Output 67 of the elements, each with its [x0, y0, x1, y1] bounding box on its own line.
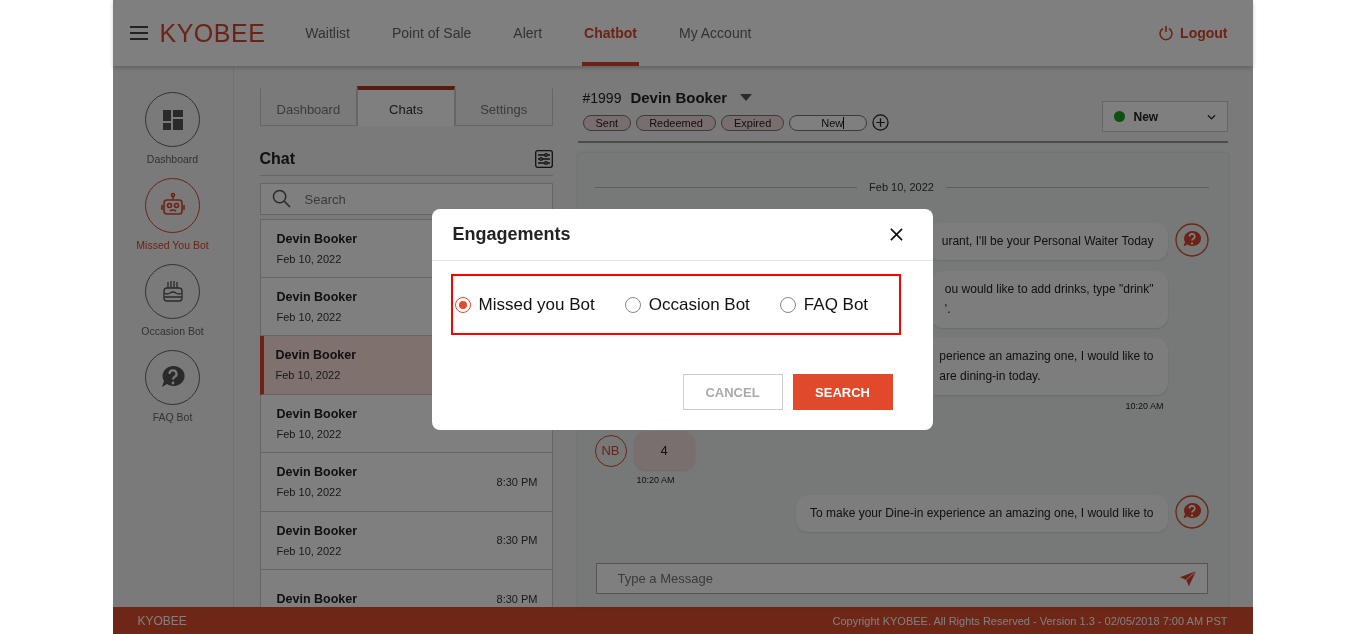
conversation-item[interactable]: Devin Booker Feb 10, 2022 8:30 PM — [259, 453, 553, 512]
tag[interactable]: Redeemed — [636, 114, 716, 131]
conversation-date: Feb 10, 2022 — [275, 369, 342, 382]
message-bubble: 4 — [633, 431, 695, 470]
conversation-time: 8:30 PM — [496, 475, 538, 488]
close-icon[interactable] — [889, 228, 903, 241]
search-field[interactable]: Search — [259, 183, 553, 215]
logo[interactable]: KYOBEE — [159, 18, 266, 48]
message-field[interactable]: Type a Message — [595, 563, 1208, 594]
date-divider: Feb 10, 2022 — [869, 181, 934, 193]
nav-tab[interactable]: My Account — [677, 0, 754, 66]
conversation-item[interactable]: Devin Booker Feb 10, 2022 8:30 PM — [259, 511, 553, 570]
copyright-text: Copyright KYOBEE. All Rights Reserved - Version 1.3 - 02/05/2018 7:00 AM PST — [832, 614, 1228, 627]
power-icon — [1158, 25, 1175, 41]
conversation-time: 8:30 PM — [496, 534, 538, 547]
conversation-date: Feb 10, 2022 — [276, 544, 343, 557]
nav-tab[interactable]: Alert — [511, 0, 545, 66]
menu-icon[interactable] — [129, 26, 148, 40]
footer-brand: KYOBEE — [137, 613, 187, 628]
ticket-number: #1999 — [582, 89, 622, 106]
sidebar-item[interactable]: Missed You Bot — [117, 178, 228, 251]
question-bubble-icon — [1174, 495, 1209, 529]
nav-tab[interactable]: Chatbot — [582, 0, 639, 66]
contact-name: Devin Booker — [276, 289, 358, 304]
tag[interactable]: Expired — [720, 114, 785, 131]
conversation-time: 8:30 PM — [496, 592, 538, 605]
sidebar-item[interactable]: Dashboard — [117, 92, 228, 165]
search-icon — [271, 189, 291, 208]
tab[interactable]: Chats — [357, 86, 455, 126]
add-icon[interactable] — [872, 114, 890, 131]
sidebar-item[interactable]: Occasion Bot — [117, 264, 228, 337]
message-time: 10:20 AM — [1125, 401, 1164, 411]
question-bubble-icon — [1174, 223, 1209, 257]
caret-icon[interactable] — [740, 94, 753, 101]
conversation-date: Feb 10, 2022 — [276, 252, 343, 265]
contact-name: Devin Booker — [276, 406, 358, 421]
contact-name: Devin Booker — [275, 348, 357, 363]
conversation-date: Feb 10, 2022 — [276, 486, 343, 499]
contact-name: Devin Booker — [276, 231, 358, 246]
nav-tab[interactable]: Waitlist — [303, 0, 352, 66]
status-dot-icon — [1113, 111, 1125, 122]
contact-name: Devin Booker — [276, 591, 358, 606]
conversation-date: Feb 10, 2022 — [276, 310, 343, 323]
contact-name: Devin Booker — [630, 89, 728, 106]
sidebar-item[interactable]: FAQ Bot — [117, 350, 228, 423]
conversation-item[interactable]: Devin Booker 8:30 PM — [259, 570, 553, 607]
radio-option[interactable]: Occasion Bot — [624, 294, 750, 315]
cancel-button[interactable]: CANCEL — [682, 374, 783, 410]
status-dropdown[interactable]: New — [1101, 101, 1228, 132]
tag[interactable]: Sent — [582, 114, 632, 131]
search-button[interactable]: SEARCH — [792, 374, 893, 410]
tab[interactable]: Settings — [454, 86, 553, 125]
message-time: 10:20 AM — [636, 475, 675, 485]
chevron-icon — [1206, 113, 1216, 120]
message-bubble: To make your Dine-in experience an amazing one, I would like to — [795, 495, 1168, 532]
message-bubble: ou would like to add drinks, type "drink" '. — [930, 271, 1168, 328]
dashboard-icon — [162, 109, 183, 130]
radio-option[interactable]: FAQ Bot — [779, 294, 869, 315]
filter-icon[interactable] — [534, 150, 553, 168]
conversation-date: Feb 10, 2022 — [276, 427, 343, 440]
panel-title: Chat — [259, 150, 296, 168]
contact-name: Devin Booker — [276, 523, 358, 538]
nav-tab[interactable]: Point of Sale — [389, 0, 474, 66]
logout-button[interactable]: Logout — [1158, 25, 1228, 41]
tag-input-field[interactable]: New — [789, 114, 868, 131]
contact-name: Devin Booker — [276, 465, 358, 480]
send-icon[interactable] — [1178, 570, 1197, 588]
